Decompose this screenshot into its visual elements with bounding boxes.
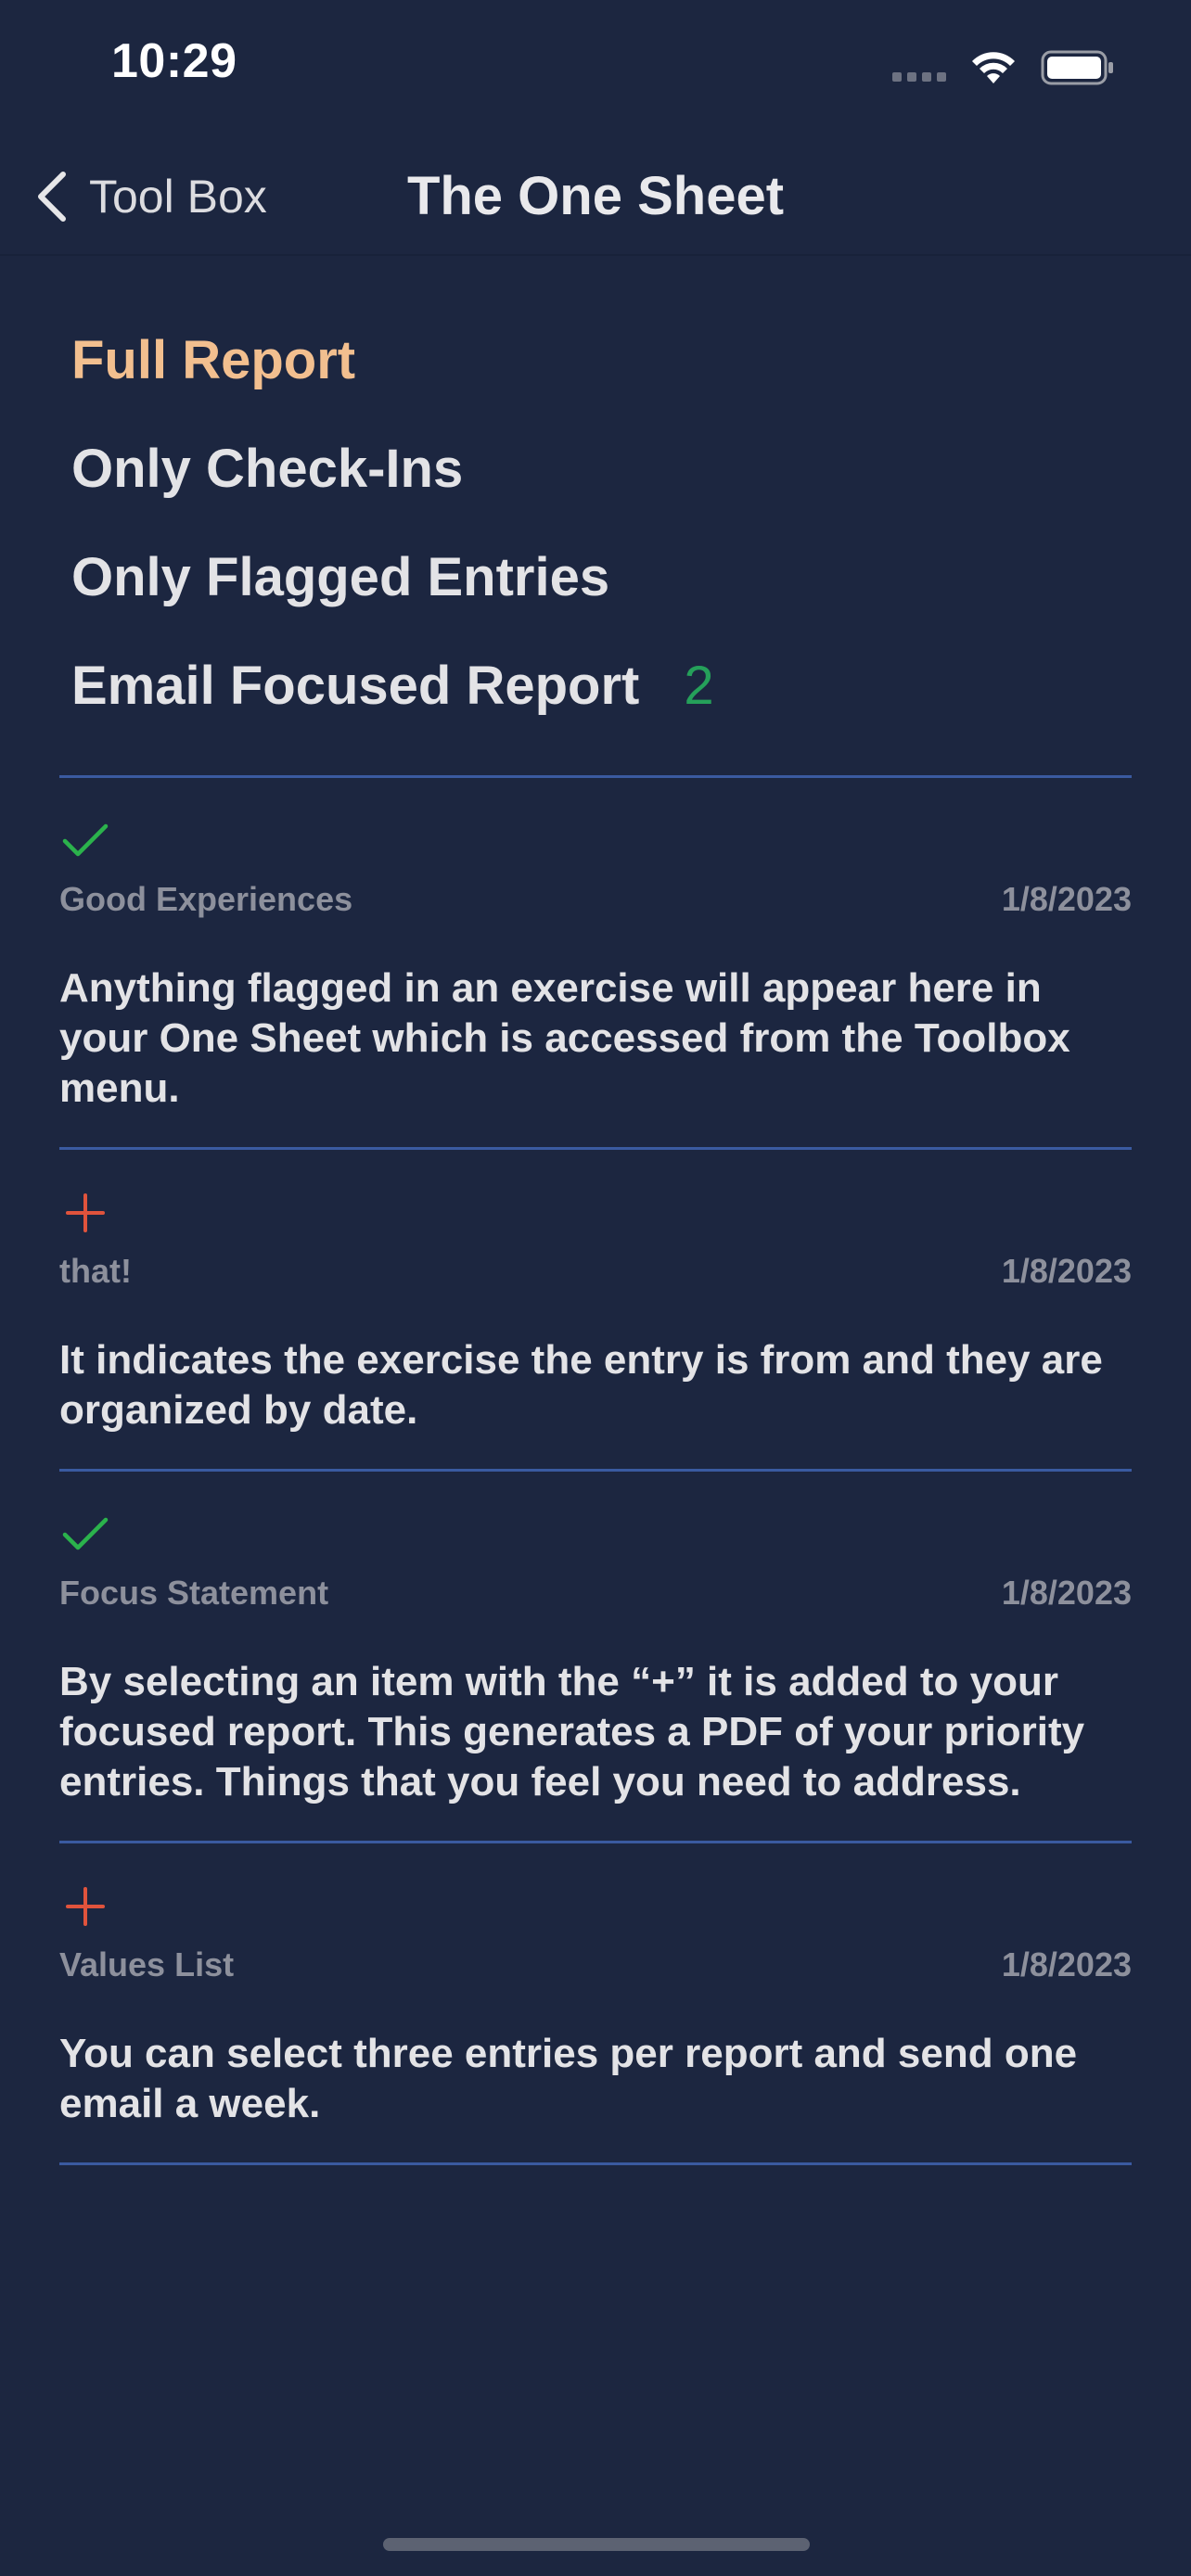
divider <box>59 775 1132 778</box>
entry-category: Values List <box>59 1945 235 1983</box>
divider <box>59 1841 1132 1843</box>
entry-text: By selecting an item with the “+” it is … <box>59 1659 1085 1804</box>
entry-date: 1/8/2023 <box>1001 1945 1132 1983</box>
list-item: Focus Statement 1/8/2023 By selecting an… <box>59 1507 1132 1843</box>
only-check-ins-option[interactable]: Only Check-Ins <box>71 414 1138 523</box>
checkmark-icon[interactable] <box>61 813 1132 869</box>
entry-meta: Focus Statement 1/8/2023 <box>59 1570 1132 1616</box>
divider <box>59 2162 1132 2165</box>
cellular-signal-icon <box>892 54 946 82</box>
plus-icon[interactable] <box>61 1879 1132 1934</box>
entry-date: 1/8/2023 <box>1001 1252 1132 1290</box>
entry-text: Anything flagged in an exercise will app… <box>59 965 1070 1111</box>
only-check-ins-label: Only Check-Ins <box>71 438 464 499</box>
divider <box>59 1147 1132 1150</box>
wifi-icon <box>972 52 1015 83</box>
only-flagged-entries-label: Only Flagged Entries <box>71 546 610 607</box>
entry-meta: Values List 1/8/2023 <box>59 1942 1132 1988</box>
only-flagged-entries-option[interactable]: Only Flagged Entries <box>71 523 1138 631</box>
entry-text: You can select three entries per report … <box>59 2031 1078 2126</box>
chevron-left-icon <box>38 172 66 222</box>
entry-category: Focus Statement <box>59 1574 329 1612</box>
status-bar: 10:29 <box>0 0 1191 139</box>
list-item: Good Experiences 1/8/2023 Anything flagg… <box>59 813 1132 1150</box>
full-report-option[interactable]: Full Report <box>71 306 1138 414</box>
report-options: Full Report Only Check-Ins Only Flagged … <box>71 306 1138 740</box>
navigation-bar: The One Sheet Tool Box <box>0 139 1191 256</box>
full-report-label: Full Report <box>71 329 356 390</box>
plus-icon[interactable] <box>61 1185 1132 1241</box>
divider <box>59 1469 1132 1472</box>
entry-meta: Good Experiences 1/8/2023 <box>59 876 1132 923</box>
status-time: 10:29 <box>111 34 237 88</box>
battery-icon <box>1041 50 1113 85</box>
back-button[interactable]: Tool Box <box>33 159 267 234</box>
status-icons <box>892 45 1115 91</box>
entry-category: that! <box>59 1252 132 1290</box>
entry-meta: that! 1/8/2023 <box>59 1248 1132 1294</box>
checkmark-icon[interactable] <box>61 1507 1132 1562</box>
home-indicator[interactable] <box>383 2538 810 2551</box>
entries-list: Good Experiences 1/8/2023 Anything flagg… <box>59 775 1132 2165</box>
entry-date: 1/8/2023 <box>1001 880 1132 918</box>
entry-category: Good Experiences <box>59 880 353 918</box>
email-focused-report-label: Email Focused Report <box>71 655 640 716</box>
back-button-label: Tool Box <box>89 171 267 223</box>
list-item: Values List 1/8/2023 You can select thre… <box>59 1879 1132 2165</box>
email-focused-count-badge: 2 <box>684 655 714 716</box>
email-focused-report-option[interactable]: Email Focused Report 2 <box>71 631 1138 740</box>
entry-text: It indicates the exercise the entry is f… <box>59 1337 1103 1433</box>
entry-date: 1/8/2023 <box>1001 1574 1132 1612</box>
list-item: that! 1/8/2023 It indicates the exercise… <box>59 1185 1132 1472</box>
